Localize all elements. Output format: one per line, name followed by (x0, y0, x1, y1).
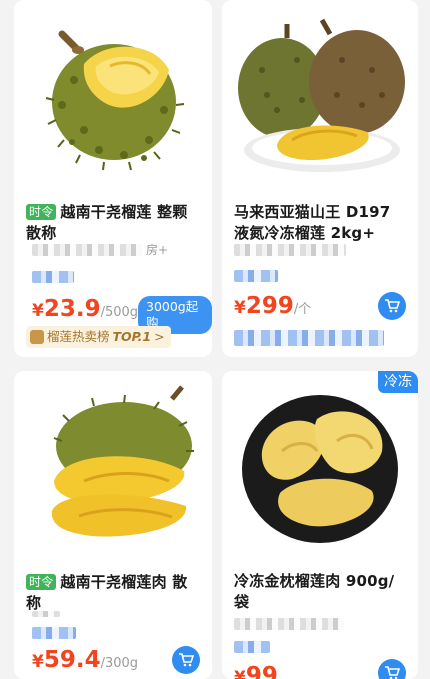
product-card-2[interactable]: 马来西亚猫山王 D197 液氮冷冻榴莲 2kg+ ¥299/个 (222, 0, 418, 357)
blurred-subinfo (32, 271, 74, 283)
seasonal-tag: 时令 (26, 574, 57, 590)
product-title[interactable]: 时令 越南干尧榴莲肉 散称 (26, 572, 202, 614)
product-card-4[interactable]: 冷冻 冷冻金枕榴莲肉 900g/袋 ¥99 (222, 371, 418, 679)
product-card-1[interactable]: 时令 越南干尧榴莲 整颗散称 房+ ¥23.9/500g 3000g起购 榴莲热卖… (14, 0, 212, 357)
product-price: ¥299/个 (234, 293, 312, 319)
product-title[interactable]: 马来西亚猫山王 D197 液氮冷冻榴莲 2kg+ (234, 202, 408, 244)
blurred-info (32, 611, 60, 617)
blurred-info (234, 618, 344, 630)
blurred-info-text: 房+ (146, 243, 169, 257)
blurred-subinfo (234, 270, 278, 282)
product-title[interactable]: 时令 越南干尧榴莲 整颗散称 (26, 202, 202, 244)
product-image-musang-king[interactable] (222, 0, 418, 190)
blurred-subinfo (234, 641, 270, 653)
product-price: ¥59.4/300g (32, 647, 139, 673)
blurred-info (234, 244, 346, 256)
product-image-durian-whole[interactable] (14, 0, 212, 190)
product-title[interactable]: 冷冻金枕榴莲肉 900g/袋 (234, 571, 408, 613)
ranking-tag[interactable]: 榴莲热卖榜 TOP.1 > (26, 326, 171, 348)
chevron-right-icon: > (154, 329, 165, 344)
trophy-icon (30, 330, 44, 344)
blurred-subinfo (32, 627, 76, 639)
seasonal-tag: 时令 (26, 204, 57, 220)
blurred-info (32, 244, 142, 256)
cart-icon (385, 666, 400, 679)
product-price: ¥99 (234, 663, 278, 679)
add-to-cart-button[interactable] (172, 646, 200, 674)
product-price: ¥23.9/500g (32, 296, 139, 322)
frozen-badge: 冷冻 (378, 371, 418, 393)
product-image-frozen-flesh[interactable]: 冷冻 (222, 371, 418, 561)
blurred-banner (234, 330, 384, 346)
cart-icon (385, 299, 400, 313)
add-to-cart-button[interactable] (378, 659, 406, 679)
cart-icon (179, 653, 194, 667)
product-card-3[interactable]: 时令 越南干尧榴莲肉 散称 ¥59.4/300g (14, 371, 212, 679)
product-image-durian-flesh[interactable] (14, 371, 212, 561)
add-to-cart-button[interactable] (378, 292, 406, 320)
